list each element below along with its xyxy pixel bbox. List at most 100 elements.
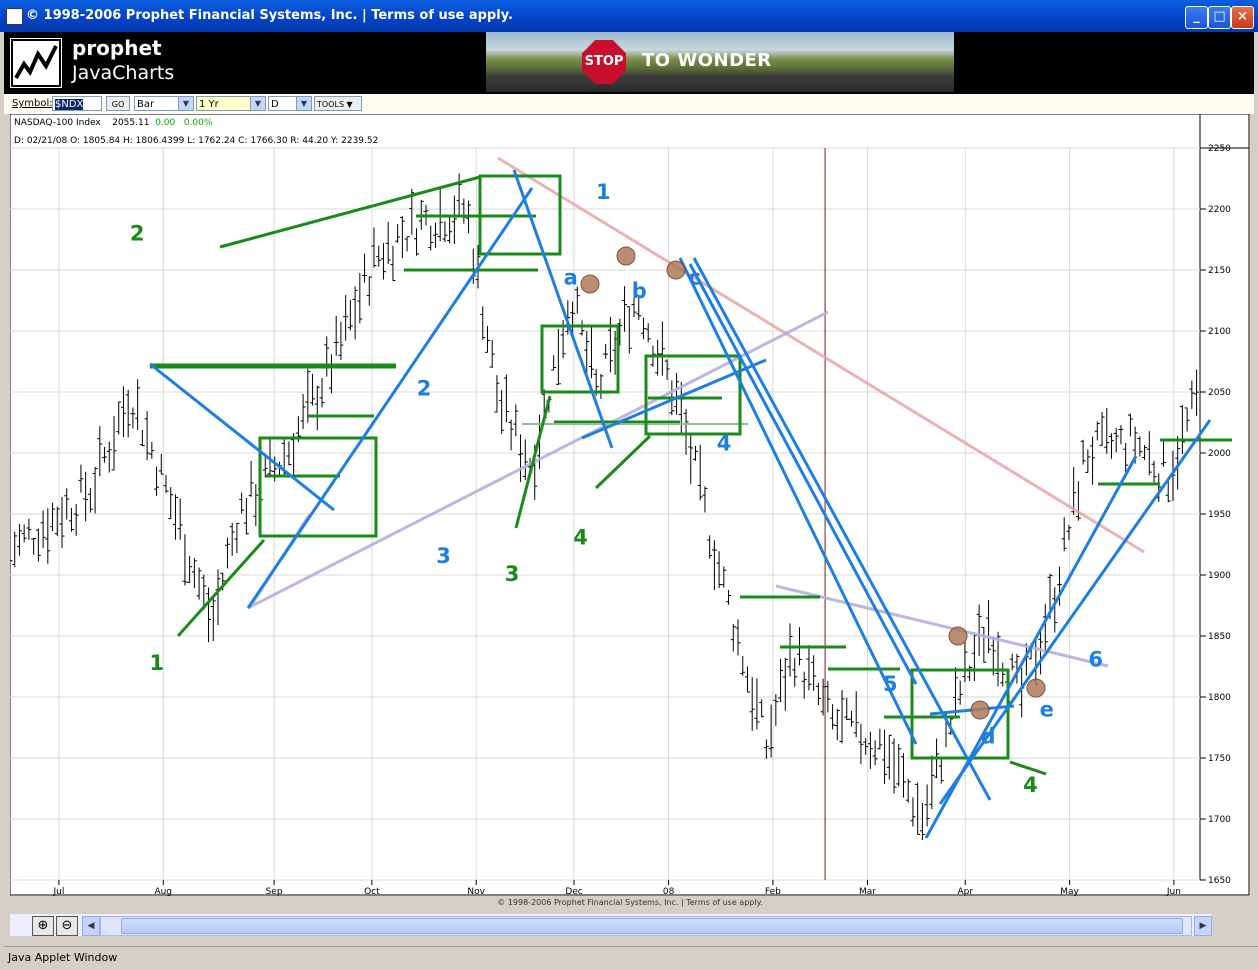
tools-button[interactable]: TOOLS ▼ (314, 96, 362, 111)
window-titlebar: © 1998-2006 Prophet Financial Systems, I… (0, 0, 1258, 32)
cycle-burst-icon (616, 246, 636, 266)
wave-label-blue: b (632, 279, 647, 303)
green-arrow-line (514, 395, 552, 529)
x-tick-label: May (1060, 887, 1079, 896)
ohlc-readout: D: 02/21/08 O: 1805.84 H: 1806.4399 L: 1… (14, 136, 379, 146)
chart-type-select[interactable]: Bar ▼ (134, 96, 194, 111)
chart-canvas[interactable]: 1650 1700 1750 1800 1850 1900 1950 2000 2050 2100… (10, 114, 1250, 896)
applet-icon (6, 8, 23, 25)
maximize-button[interactable]: □ (1208, 6, 1231, 29)
ad-banner[interactable]: STOP TO WONDER (486, 32, 954, 92)
cycle-burst-icon (580, 274, 600, 294)
last-price: 2055.11 (112, 118, 150, 128)
cycle-burst-icon (666, 260, 686, 280)
window-title: © 1998-2006 Prophet Financial Systems, I… (26, 8, 513, 23)
x-tick-label: Jul (52, 887, 64, 896)
index-name: NASDAQ-100 Index (14, 118, 101, 128)
minimize-button[interactable]: _ (1185, 6, 1208, 29)
tools-label: TOOLS (317, 100, 345, 109)
scroll-right-icon[interactable]: ▶ (1194, 916, 1212, 936)
cycle-burst-icon (948, 626, 968, 646)
green-trendline (219, 175, 481, 249)
interval-select[interactable]: D ▼ (268, 96, 312, 111)
go-button[interactable]: GO (106, 96, 130, 111)
price-chart[interactable]: 1650 1700 1750 1800 1850 1900 1950 2000 2050 2100… (10, 114, 1250, 907)
y-tick-label: 1650 (1208, 876, 1231, 886)
cycle-burst-icon (970, 700, 990, 720)
scroll-left-icon[interactable]: ◀ (82, 916, 100, 936)
wave-label-green: 4 (1023, 773, 1038, 797)
quote-line: NASDAQ-100 Index 2055.11 0.00 0.00% (14, 118, 212, 128)
scroll-track[interactable] (100, 916, 1192, 936)
period-select[interactable]: 1 Yr ▼ (196, 96, 266, 111)
stop-sign-icon: STOP (582, 40, 626, 84)
zoom-in-icon[interactable]: ⊕ (32, 916, 54, 936)
scroll-thumb[interactable] (121, 918, 1183, 934)
change-value: 0.00 (155, 118, 176, 128)
chevron-down-icon: ▼ (250, 97, 265, 110)
wave-label-blue: 2 (417, 377, 432, 401)
wave-label-green: 1 (149, 651, 164, 675)
wave-label-blue: 3 (436, 544, 451, 568)
chart-scrollbar[interactable]: ⊕ ⊖ ◀ ▶ (10, 914, 1212, 936)
banner-slogan: TO WONDER (642, 50, 772, 71)
wave-label-green: 4 (573, 526, 588, 550)
wave-label-blue: 5 (883, 672, 898, 696)
x-tick-label: Apr (957, 887, 973, 896)
y-tick-label: 1700 (1208, 815, 1231, 825)
wave-label-blue: 6 (1088, 648, 1103, 672)
x-tick-label: 08 (663, 887, 675, 896)
symbol-value: $NDX (55, 99, 84, 110)
blue-trendline (688, 263, 918, 685)
chart-border (10, 114, 1250, 896)
wave-label-blue: c (688, 266, 700, 290)
status-bar: Java Applet Window (4, 946, 1258, 969)
chevron-down-icon: ▼ (296, 97, 311, 110)
wave-label-blue: 1 (596, 180, 611, 204)
y-tick-label: 2150 (1208, 266, 1231, 276)
y-tick-label: 2050 (1208, 388, 1231, 398)
chart-type-value: Bar (137, 99, 155, 110)
y-tick-label: 1950 (1208, 510, 1231, 520)
x-tick-label: Dec (565, 887, 582, 896)
chart-toolbar: Symbol: $NDX GO Bar ▼ 1 Yr ▼ D ▼ TOOLS ▼ (4, 94, 1254, 114)
blue-trendline (246, 187, 534, 609)
blue-trendline (512, 169, 614, 449)
y-tick-label: 2100 (1208, 327, 1231, 337)
wave-label-blue: 4 (717, 432, 732, 456)
x-tick-label: Nov (467, 887, 485, 896)
y-tick-label: 1800 (1208, 693, 1231, 703)
wave-label-green: 2 (130, 222, 145, 246)
change-percent: 0.00% (183, 118, 213, 128)
symbol-input[interactable]: $NDX (52, 96, 102, 111)
wave-label-blue: e (1040, 698, 1054, 722)
wave-label-blue: d (981, 724, 996, 748)
green-arrow-line (594, 434, 652, 490)
y-tick-label: 2250 (1208, 144, 1231, 154)
x-tick-label: Oct (364, 887, 380, 896)
prophet-logo-icon (10, 38, 62, 88)
chart-copyright: © 1998-2006 Prophet Financial Systems, I… (497, 898, 763, 907)
period-value: 1 Yr (199, 99, 219, 110)
y-tick-label: 2000 (1208, 449, 1231, 459)
wave-label-green: 3 (505, 562, 520, 586)
product-name: JavaCharts (72, 62, 175, 84)
symbol-label: Symbol: (12, 98, 53, 109)
chevron-down-icon: ▼ (178, 97, 193, 110)
y-tick-label: 2200 (1208, 205, 1231, 215)
interval-value: D (271, 99, 279, 110)
blue-trendline (581, 358, 767, 440)
wave-label-blue: a (564, 266, 578, 290)
x-tick-label: Mar (859, 887, 876, 896)
prophet-header: prophet JavaCharts STOP TO WONDER (4, 32, 1254, 94)
brand-name: prophet (72, 36, 162, 60)
cycle-burst-icon (1026, 678, 1046, 698)
y-tick-label: 1750 (1208, 754, 1231, 764)
x-tick-label: Aug (154, 887, 172, 896)
y-tick-label: 1850 (1208, 632, 1231, 642)
close-button[interactable]: × (1231, 6, 1254, 29)
green-arrow-line (176, 538, 266, 638)
y-tick-label: 1900 (1208, 571, 1231, 581)
zoom-out-icon[interactable]: ⊖ (56, 916, 78, 936)
x-tick-label: Jun (1166, 887, 1181, 896)
